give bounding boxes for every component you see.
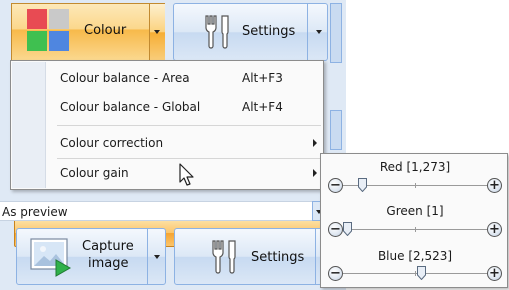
settings-icon <box>205 15 229 49</box>
split-divider <box>147 229 148 284</box>
submenu-arrow-icon <box>313 169 317 177</box>
slider-tick <box>415 227 416 232</box>
settings-button-bottom-label: Settings <box>251 250 305 265</box>
menu-item-colour-balance-global[interactable]: Colour balance - Global Alt+F4 <box>47 95 323 119</box>
red-gain-label: Red [1,273] <box>379 160 451 174</box>
minus-icon[interactable]: − <box>328 178 343 193</box>
colour-menu: Colour balance - Area Alt+F3 Colour bala… <box>10 60 332 247</box>
slider-thumb-icon[interactable] <box>417 266 427 280</box>
settings-icon <box>212 240 236 274</box>
colour-button-label: Colour <box>84 23 127 38</box>
menu-item-label: Colour correction <box>60 136 164 150</box>
menu-item-colour-correction[interactable]: Colour correction <box>47 131 323 155</box>
plus-icon[interactable]: + <box>487 266 502 281</box>
slider-tick <box>415 271 416 276</box>
preview-select[interactable]: As preview <box>0 201 332 221</box>
capture-label-line1: Capture <box>82 239 134 254</box>
chevron-down-icon[interactable] <box>154 255 160 259</box>
submenu-arrow-icon <box>313 139 317 147</box>
menu-item-label: Colour balance - Global <box>60 100 201 114</box>
minus-icon[interactable]: − <box>328 222 343 237</box>
menu-icon-gutter <box>12 62 46 188</box>
plus-icon[interactable]: + <box>487 222 502 237</box>
green-gain-label: Green [1] <box>386 204 444 218</box>
minus-icon[interactable]: − <box>328 266 343 281</box>
chevron-down-icon <box>154 30 160 34</box>
chevron-down-icon[interactable] <box>316 30 322 34</box>
capture-label-line2: image <box>88 256 129 271</box>
capture-image-icon <box>30 238 72 277</box>
menu-separator <box>57 158 321 159</box>
menu-item-colour-balance-area[interactable]: Colour balance - Area Alt+F3 <box>47 66 323 90</box>
ribbon-edge-button[interactable] <box>330 110 342 150</box>
split-divider <box>315 229 316 284</box>
slider-tick <box>415 183 416 188</box>
ribbon-edge-button[interactable] <box>330 3 342 63</box>
blue-gain-label: Blue [2,523] <box>377 249 453 263</box>
settings-button-top[interactable]: Settings <box>173 3 328 61</box>
slider-thumb-icon[interactable] <box>358 178 368 192</box>
colour-button[interactable]: Colour <box>11 3 165 61</box>
colour-dropdown-arrow[interactable] <box>150 4 165 60</box>
colour-gain-panel: Red [1,273] − + Green [1] − + Blue [2,52… <box>320 153 508 288</box>
capture-image-button[interactable]: Capture image <box>16 228 166 285</box>
slider-thumb-icon[interactable] <box>342 222 352 236</box>
plus-icon[interactable]: + <box>487 178 502 193</box>
settings-button-top-label: Settings <box>242 24 296 39</box>
preview-select-value: As preview <box>2 205 68 219</box>
menu-item-label: Colour balance - Area <box>60 71 190 85</box>
mouse-cursor-icon <box>179 163 194 186</box>
split-divider <box>307 4 308 60</box>
menu-item-label: Colour gain <box>60 166 129 180</box>
menu-item-shortcut: Alt+F4 <box>242 100 283 114</box>
menu-item-shortcut: Alt+F3 <box>242 71 283 85</box>
settings-button-bottom[interactable]: Settings <box>174 228 329 285</box>
menu-separator <box>57 125 321 126</box>
